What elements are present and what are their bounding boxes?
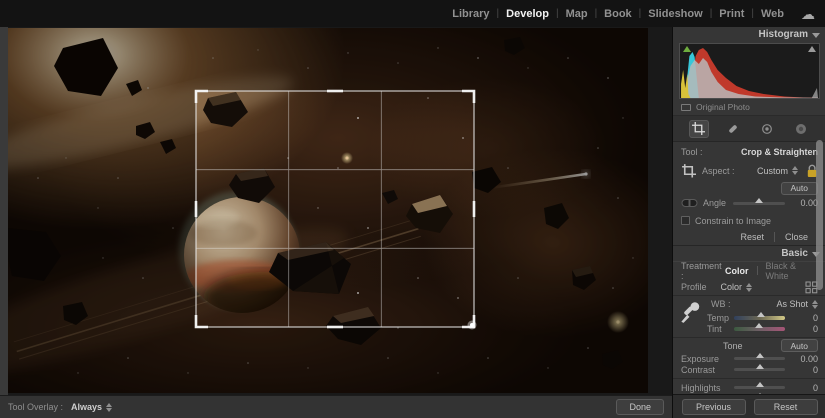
wb-dropdown[interactable]: As Shot xyxy=(776,299,808,309)
highlight-clipping-icon[interactable] xyxy=(808,46,816,52)
contrast-slider[interactable] xyxy=(734,364,785,371)
highlights-slider-row: Highlights 0 xyxy=(673,382,825,393)
aspect-label: Aspect : xyxy=(702,165,735,176)
develop-toolbar: Tool Overlay : Always Done xyxy=(0,395,672,418)
basic-panel-header[interactable]: Basic xyxy=(673,246,825,261)
tab-map[interactable]: Map xyxy=(559,8,595,20)
treatment-row: Treatment : Color Black & White xyxy=(673,260,825,281)
treatment-color-option[interactable]: Color xyxy=(725,266,749,276)
tool-name: Crop & Straighten xyxy=(740,146,818,157)
treatment-bw-option[interactable]: Black & White xyxy=(765,261,818,281)
temp-slider[interactable] xyxy=(734,311,785,320)
module-picker-bar: Library | Develop | Map | Book | Slidesh… xyxy=(0,0,825,27)
tab-slideshow[interactable]: Slideshow xyxy=(641,8,709,20)
contrast-label: Contrast xyxy=(681,364,716,375)
option-separator xyxy=(756,266,758,275)
highlights-slider[interactable] xyxy=(734,382,785,389)
angle-label: Angle xyxy=(703,198,727,208)
photo-version-icon xyxy=(681,103,691,111)
left-panel-collapsed-strip[interactable] xyxy=(0,27,8,395)
done-button[interactable]: Done xyxy=(616,399,664,415)
healing-brush-icon[interactable] xyxy=(723,120,743,138)
profile-row: Profile Color xyxy=(673,279,825,296)
crop-close-button[interactable]: Close xyxy=(775,232,818,242)
contrast-slider-row: Contrast 0 xyxy=(673,364,825,375)
previous-reset-bar: Previous Reset xyxy=(673,394,825,418)
temp-value[interactable]: 0 xyxy=(792,313,818,323)
tone-header-row: Tone Auto xyxy=(673,338,825,353)
auto-straighten-row: Auto xyxy=(673,181,825,195)
tool-label: Tool : xyxy=(681,146,703,157)
highlights-value[interactable]: 0 xyxy=(792,383,818,393)
profile-dropdown[interactable]: Color xyxy=(721,282,743,292)
creative-cloud-sync-icon[interactable]: ☁ xyxy=(801,7,815,21)
exposure-slider-row: Exposure 0.00 xyxy=(673,353,825,364)
crop-overlay-icon[interactable] xyxy=(688,119,709,138)
exposure-slider[interactable] xyxy=(734,353,785,360)
tint-value[interactable]: 0 xyxy=(792,324,818,334)
histogram[interactable] xyxy=(679,43,820,99)
auto-tone-button[interactable]: Auto xyxy=(780,339,818,352)
previous-button[interactable]: Previous xyxy=(681,398,746,415)
reset-button[interactable]: Reset xyxy=(753,398,818,415)
angle-slider[interactable] xyxy=(733,197,785,205)
crop-frame-icon[interactable] xyxy=(681,163,696,178)
angle-row: Angle 0.00 xyxy=(673,194,825,212)
tone-block: Tone Auto Exposure 0.00 Contrast 0 Highl… xyxy=(673,338,825,394)
tool-strip xyxy=(673,116,825,142)
angle-value[interactable]: 0.00 xyxy=(792,198,818,208)
updown-icon xyxy=(812,299,818,309)
masking-icon[interactable] xyxy=(791,120,811,138)
space-photo xyxy=(8,28,648,393)
section-divider xyxy=(673,375,825,379)
updown-icon xyxy=(746,282,753,292)
tab-web[interactable]: Web xyxy=(754,8,791,20)
histogram-graph xyxy=(681,48,818,98)
constrain-checkbox[interactable] xyxy=(681,216,690,225)
auto-straighten-button[interactable]: Auto xyxy=(780,181,818,195)
right-panel-scroll-area[interactable]: Histogram Original Photo Tool: Crop & S… xyxy=(673,27,825,394)
highlights-label: Highlights xyxy=(681,382,721,393)
tool-overlay-dropdown[interactable]: Always xyxy=(71,402,102,412)
constrain-label: Constrain to Image xyxy=(695,215,772,226)
photo-canvas[interactable] xyxy=(8,28,648,393)
histogram-title: Histogram xyxy=(758,29,808,40)
right-panel: Histogram Original Photo Tool: Crop & S… xyxy=(672,27,825,418)
wb-label: WB : xyxy=(711,299,731,309)
red-eye-icon[interactable] xyxy=(757,120,777,138)
tint-label: Tint xyxy=(707,323,722,334)
tone-label: Tone xyxy=(723,340,743,351)
crop-tool-header-row: Tool : Crop & Straighten xyxy=(673,144,825,159)
straighten-tool-icon[interactable] xyxy=(681,198,698,208)
tool-overlay-label: Tool Overlay : xyxy=(8,402,64,412)
lightroom-develop-window: Library | Develop | Map | Book | Slidesh… xyxy=(0,0,825,418)
basic-title: Basic xyxy=(781,248,808,259)
tab-book[interactable]: Book xyxy=(597,8,639,20)
original-photo-label: Original Photo xyxy=(696,102,750,112)
tab-print[interactable]: Print xyxy=(712,8,751,20)
white-balance-block: WB : As Shot Temp 0 Tint 0 xyxy=(673,296,825,338)
crop-reset-button[interactable]: Reset xyxy=(730,232,774,242)
white-balance-eyedropper-icon[interactable] xyxy=(678,299,702,325)
updown-icon xyxy=(792,166,798,175)
panel-scrollbar[interactable] xyxy=(816,140,823,290)
original-photo-row[interactable]: Original Photo xyxy=(673,99,825,116)
collapse-triangle-icon[interactable] xyxy=(812,33,820,38)
profile-label: Profile xyxy=(681,282,707,292)
aspect-row: Aspect : Custom xyxy=(673,159,825,182)
treatment-label: Treatment : xyxy=(681,260,722,281)
tint-slider[interactable] xyxy=(734,322,785,331)
tab-develop[interactable]: Develop xyxy=(499,8,556,20)
exposure-label: Exposure xyxy=(681,353,720,364)
updown-icon xyxy=(106,402,113,412)
shadow-clipping-icon[interactable] xyxy=(683,46,691,52)
contrast-value[interactable]: 0 xyxy=(792,365,818,375)
exposure-value[interactable]: 0.00 xyxy=(792,354,818,364)
constrain-row: Constrain to Image xyxy=(673,212,825,229)
aspect-dropdown[interactable]: Custom xyxy=(757,166,788,176)
histogram-panel-header[interactable]: Histogram xyxy=(673,27,825,42)
crop-panel-footer: Reset Close xyxy=(673,229,825,246)
tab-library[interactable]: Library xyxy=(445,8,496,20)
